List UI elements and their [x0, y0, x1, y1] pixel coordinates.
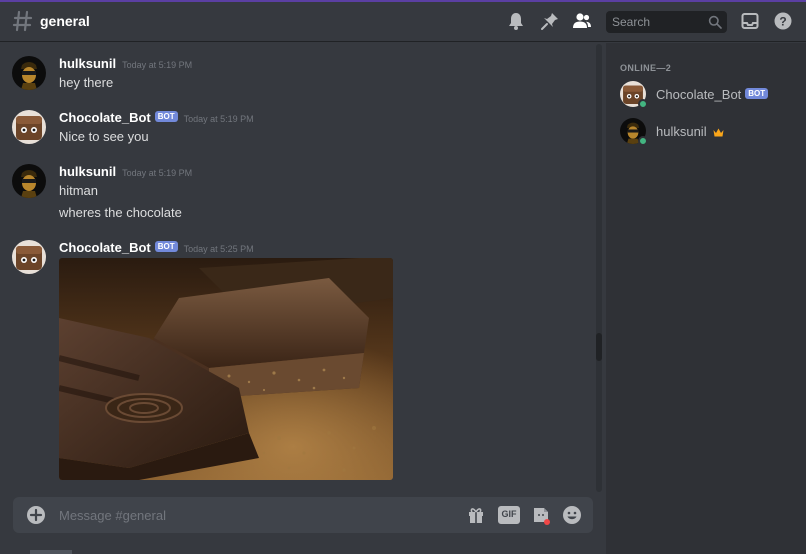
scrollbar-track[interactable]: [596, 44, 602, 492]
member-name-text: Chocolate_Bot: [656, 87, 742, 102]
chocolate-image: [59, 258, 393, 480]
avatar[interactable]: [12, 56, 46, 90]
channel-name: general: [40, 13, 90, 29]
message-text: Nice to see you: [59, 129, 149, 144]
members-icon[interactable]: [572, 11, 592, 31]
avatar[interactable]: [12, 164, 46, 198]
member-list: ONLINE—2 Chocolate_Bot BOT hulksunil: [606, 43, 806, 554]
message-timestamp: Today at 5:19 PM: [183, 114, 254, 124]
bottom-scroll-indicator: [30, 550, 72, 554]
help-icon[interactable]: ?: [773, 11, 793, 31]
hitman-avatar-icon: [12, 164, 46, 198]
message-text: wheres the chocolate: [59, 205, 182, 220]
message-author[interactable]: hulksunil Today at 5:19 PM: [59, 56, 192, 71]
message-author[interactable]: hulksunil Today at 5:19 PM: [59, 164, 192, 179]
bot-tag: BOT: [745, 88, 769, 99]
member-name-text: hulksunil: [656, 124, 707, 139]
gif-label: GIF: [501, 509, 517, 519]
message-author[interactable]: Chocolate_Bot BOT Today at 5:19 PM: [59, 110, 254, 125]
gift-icon[interactable]: [466, 505, 486, 525]
message-timestamp: Today at 5:25 PM: [183, 244, 254, 254]
author-name[interactable]: hulksunil: [59, 56, 116, 71]
member-name: hulksunil: [656, 124, 724, 139]
chocolate-avatar-icon: [12, 110, 46, 144]
online-status-icon: [638, 136, 648, 146]
svg-text:?: ?: [779, 15, 786, 29]
channel-header: general ?: [0, 2, 806, 42]
chocolate-avatar-icon: [12, 240, 46, 274]
author-name[interactable]: Chocolate_Bot: [59, 240, 151, 255]
message-list[interactable]: hulksunil Today at 5:19 PM hey there Choc…: [0, 43, 604, 493]
avatar[interactable]: [12, 240, 46, 274]
gif-button[interactable]: GIF: [498, 506, 520, 524]
member-name: Chocolate_Bot BOT: [656, 87, 769, 102]
crown-icon: [713, 128, 724, 137]
search-icon[interactable]: [708, 15, 722, 29]
message-author[interactable]: Chocolate_Bot BOT Today at 5:25 PM: [59, 240, 254, 255]
pin-icon[interactable]: [540, 11, 560, 31]
scrollbar-thumb[interactable]: [596, 333, 602, 361]
bot-tag: BOT: [154, 111, 178, 122]
search-input[interactable]: [606, 11, 704, 33]
image-attachment[interactable]: [59, 258, 393, 480]
author-name[interactable]: Chocolate_Bot: [59, 110, 151, 125]
online-status-icon: [638, 99, 648, 109]
avatar[interactable]: [12, 110, 46, 144]
message-composer[interactable]: GIF: [13, 497, 593, 533]
message-input[interactable]: [59, 497, 439, 533]
message-text: hitman: [59, 183, 99, 198]
emoji-icon[interactable]: [562, 505, 582, 525]
hashtag-icon: [12, 10, 33, 32]
author-name[interactable]: hulksunil: [59, 164, 116, 179]
member-item[interactable]: Chocolate_Bot BOT: [618, 79, 798, 111]
bell-icon[interactable]: [506, 11, 526, 31]
member-section-title: ONLINE—2: [620, 63, 672, 73]
inbox-icon[interactable]: [740, 11, 760, 31]
search-box[interactable]: [606, 11, 727, 33]
bot-tag: BOT: [154, 241, 178, 252]
message-text: hey there: [59, 75, 114, 90]
upload-plus-icon[interactable]: [26, 505, 46, 525]
message-timestamp: Today at 5:19 PM: [122, 60, 193, 70]
member-item[interactable]: hulksunil: [618, 116, 798, 148]
sticker-icon[interactable]: [531, 505, 551, 525]
message-timestamp: Today at 5:19 PM: [122, 168, 193, 178]
hitman-avatar-icon: [12, 56, 46, 90]
